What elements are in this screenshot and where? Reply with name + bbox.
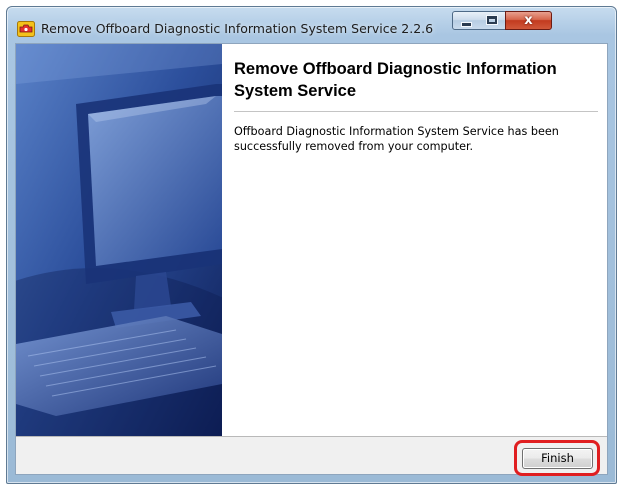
maximize-button[interactable]: [479, 11, 506, 30]
window-title: Remove Offboard Diagnostic Information S…: [41, 21, 434, 36]
finish-button[interactable]: Finish: [522, 448, 593, 469]
minimize-button[interactable]: [452, 11, 480, 30]
close-icon: x: [524, 13, 533, 28]
footer-divider: [16, 436, 607, 437]
status-message: Offboard Diagnostic Information System S…: [234, 125, 559, 153]
installer-window: Remove Offboard Diagnostic Information S…: [6, 6, 617, 484]
minimize-icon: [462, 23, 471, 26]
page-title: Remove Offboard Diagnostic Information S…: [234, 60, 557, 100]
title-bar[interactable]: Remove Offboard Diagnostic Information S…: [7, 7, 616, 43]
close-button[interactable]: x: [505, 11, 552, 30]
maximize-icon: [487, 16, 497, 24]
sidebar-illustration: [16, 44, 222, 436]
content-panel: Remove Offboard Diagnostic Information S…: [222, 44, 607, 436]
wizard-body: Remove Offboard Diagnostic Information S…: [15, 43, 608, 476]
heading-divider: [234, 111, 598, 112]
app-icon: [17, 21, 35, 37]
